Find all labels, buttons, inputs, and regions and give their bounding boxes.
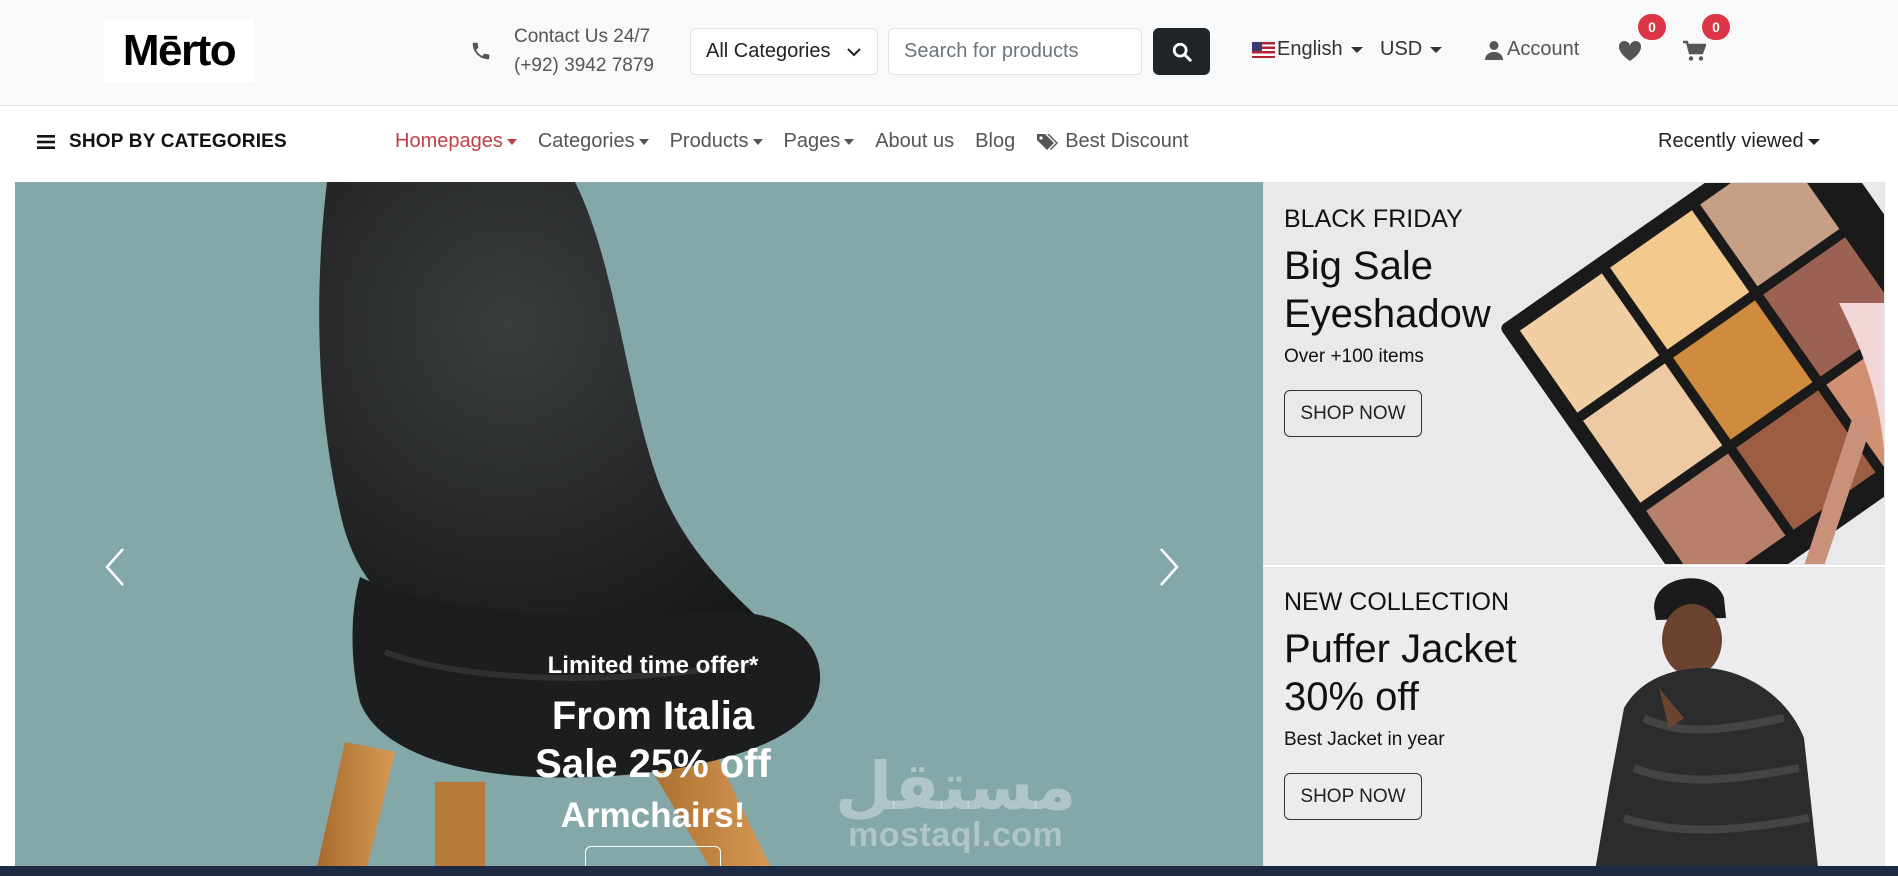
caret-down-icon <box>752 138 763 145</box>
banner-title-line2: 30% off <box>1284 675 1419 719</box>
chevron-down-icon <box>847 47 861 56</box>
cart-icon <box>1683 40 1707 61</box>
nav-item-homepages[interactable]: Homepages <box>395 130 517 153</box>
nav-item-about-us[interactable]: About us <box>875 130 954 153</box>
watermark-arabic: مستقل <box>835 748 1077 825</box>
caret-down-icon <box>1807 138 1820 145</box>
nav-item-label: Pages <box>783 130 841 152</box>
contact-info: Contact Us 24/7 (+92) 3942 7879 <box>470 22 654 80</box>
search-button[interactable] <box>1153 28 1210 75</box>
contact-phone[interactable]: (+92) 3942 7879 <box>514 51 654 80</box>
caret-down-icon <box>638 138 649 145</box>
language-dropdown[interactable]: English <box>1252 38 1363 61</box>
nav-item-label: Products <box>669 130 749 152</box>
nav-item-pages[interactable]: Pages <box>784 130 855 153</box>
language-label: English <box>1277 38 1343 60</box>
search-input[interactable] <box>888 28 1142 75</box>
slider-prev-button[interactable] <box>95 542 135 592</box>
category-select[interactable]: All Categories <box>690 28 878 75</box>
banner-new-collection[interactable]: NEW COLLECTION Puffer Jacket 30% off Bes… <box>1263 567 1885 876</box>
banner-subtitle: Over +100 items <box>1284 346 1424 367</box>
hero-slider[interactable]: Limited time offer* From Italia Sale 25%… <box>15 182 1263 876</box>
site-logo[interactable]: Mērto <box>104 20 254 82</box>
hero-offer: Limited time offer* <box>547 652 759 679</box>
hamburger-icon <box>37 135 55 149</box>
cart-button[interactable]: 0 <box>1682 14 1730 67</box>
currency-dropdown[interactable]: USD <box>1380 38 1443 61</box>
nav-menu: Homepages Categories Products Pages Abou… <box>395 130 1210 153</box>
shop-now-button[interactable]: SHOP NOW <box>1284 390 1422 437</box>
chevron-right-icon <box>1160 548 1179 586</box>
hero-title-line2: Sale 25% off <box>535 742 771 786</box>
bottom-strip <box>0 866 1898 876</box>
wishlist-button[interactable]: 0 <box>1618 14 1666 67</box>
watermark-english: mostaql.com <box>848 816 1064 854</box>
caret-down-icon <box>506 138 517 145</box>
cart-count-badge: 0 <box>1702 14 1730 40</box>
nav-item-categories[interactable]: Categories <box>538 130 649 153</box>
banner-tag: NEW COLLECTION <box>1284 588 1510 616</box>
nav-item-label: Best Discount <box>1065 130 1189 152</box>
tags-icon <box>1037 133 1059 150</box>
top-header: Mērto Contact Us 24/7 (+92) 3942 7879 Al… <box>0 0 1898 106</box>
logo-text: Mērto <box>122 26 237 75</box>
heart-icon <box>1618 40 1642 61</box>
category-select-value: All Categories <box>706 40 831 62</box>
banner-title-line1: Puffer Jacket <box>1284 627 1517 671</box>
hero-title-line3: Armchairs! <box>560 796 746 835</box>
shop-now-button[interactable]: SHOP NOW <box>1284 773 1422 820</box>
recently-viewed-label: Recently viewed <box>1658 130 1804 152</box>
recently-viewed-dropdown[interactable]: Recently viewed <box>1658 130 1820 153</box>
wishlist-count-badge: 0 <box>1638 14 1666 40</box>
nav-item-best-discount[interactable]: Best Discount <box>1036 130 1189 153</box>
shop-by-categories-button[interactable]: SHOP BY CATEGORIES <box>37 131 287 153</box>
banner-black-friday[interactable]: BLACK FRIDAY Big Sale Eyeshadow Over +10… <box>1263 182 1885 565</box>
banner-tag: BLACK FRIDAY <box>1284 205 1463 233</box>
search-icon <box>1172 42 1192 62</box>
account-link[interactable]: Account <box>1485 38 1579 61</box>
banner-title-line1: Big Sale <box>1284 244 1433 288</box>
contact-label: Contact Us 24/7 <box>514 26 651 47</box>
currency-label: USD <box>1380 38 1423 60</box>
nav-item-label: Homepages <box>395 130 503 152</box>
caret-down-icon <box>844 138 855 145</box>
main-navbar: SHOP BY CATEGORIES Homepages Categories … <box>0 107 1898 181</box>
shop-by-categories-label: SHOP BY CATEGORIES <box>69 131 287 152</box>
slider-next-button[interactable] <box>1149 542 1189 592</box>
hero-title-line1: From Italia <box>551 694 755 738</box>
us-flag-icon <box>1252 41 1275 58</box>
hero-caption: Limited time offer* From Italia Sale 25%… <box>435 652 871 876</box>
nav-item-label: Categories <box>537 130 635 152</box>
nav-item-products[interactable]: Products <box>670 130 763 153</box>
nav-item-label: About us <box>875 130 955 152</box>
caret-down-icon <box>1350 46 1363 53</box>
account-label: Account <box>1507 38 1580 60</box>
banner-subtitle: Best Jacket in year <box>1284 729 1445 750</box>
watermark: مستقل mostaql.com <box>835 752 1076 855</box>
nav-item-label: Blog <box>975 130 1016 152</box>
user-icon <box>1485 40 1503 60</box>
banner-title-line2: Eyeshadow <box>1284 292 1491 336</box>
nav-item-blog[interactable]: Blog <box>975 130 1015 153</box>
caret-down-icon <box>1430 46 1443 53</box>
chevron-left-icon <box>105 548 124 586</box>
phone-icon <box>472 42 490 60</box>
